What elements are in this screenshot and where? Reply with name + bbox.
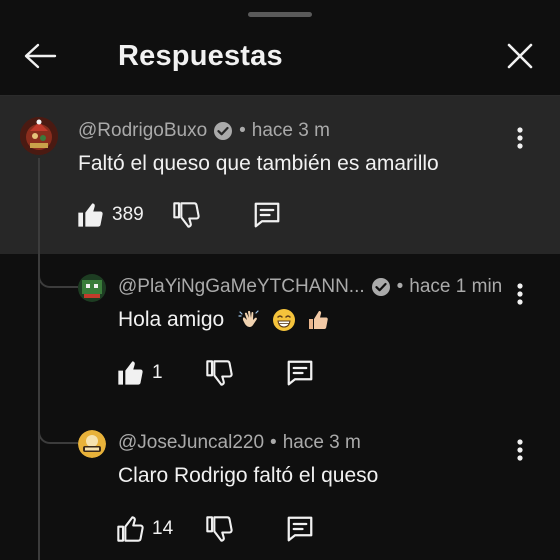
- like-button[interactable]: 14: [116, 515, 173, 543]
- close-icon: [507, 43, 533, 69]
- comment-icon: [254, 202, 280, 228]
- comment-actions: 389: [76, 200, 282, 230]
- avatar[interactable]: [78, 274, 106, 302]
- reply-button[interactable]: [285, 358, 315, 388]
- reply-button[interactable]: [285, 514, 315, 544]
- like-button[interactable]: 1: [116, 359, 163, 387]
- comment-actions: 1: [116, 358, 315, 388]
- reply-comment: @PlaYiNgGaMeYTCHANN... • hace 1 min Hola…: [0, 254, 560, 410]
- grinning-face-emoji-icon: [272, 308, 296, 332]
- comment-time: hace 1 min: [409, 276, 503, 297]
- header: Respuestas: [0, 18, 560, 96]
- author-name[interactable]: @JoseJuncal220: [118, 432, 264, 454]
- comment-text: Claro Rodrigo faltó el queso: [118, 464, 379, 487]
- thumbs-up-filled-icon: [118, 361, 143, 385]
- comment-meta: @JoseJuncal220 • hace 3 m: [118, 432, 361, 454]
- reply-comment: @JoseJuncal220 • hace 3 m Claro Rodrigo …: [0, 410, 560, 560]
- more-vert-icon: [517, 283, 523, 305]
- like-button[interactable]: 389: [76, 201, 144, 229]
- more-options-button[interactable]: [508, 120, 532, 156]
- verified-badge-icon: [371, 277, 391, 297]
- back-button[interactable]: [20, 36, 60, 76]
- comment-time: hace 3 m: [251, 120, 330, 141]
- thumbs-down-icon: [206, 516, 233, 542]
- reply-button[interactable]: [252, 200, 282, 230]
- more-options-button[interactable]: [508, 276, 532, 312]
- comment-text-content: Hola amigo: [118, 308, 225, 331]
- comment-meta: @RodrigoBuxo • hace 3 m: [78, 120, 330, 142]
- dislike-button[interactable]: [205, 515, 233, 543]
- avatar[interactable]: [20, 117, 58, 155]
- comment-icon: [287, 360, 312, 386]
- more-vert-icon: [517, 127, 523, 149]
- author-name[interactable]: @PlaYiNgGaMeYTCHANN...: [118, 276, 365, 298]
- separator-dot: •: [239, 120, 246, 141]
- thumbs-down-icon: [205, 360, 233, 386]
- page-title: Respuestas: [118, 40, 283, 72]
- arrow-left-icon: [24, 43, 57, 69]
- comment-actions: 14: [116, 514, 315, 544]
- like-count: 1: [152, 362, 163, 383]
- parent-comment: @RodrigoBuxo • hace 3 m Faltó el queso q…: [0, 96, 560, 254]
- dislike-button[interactable]: [205, 359, 233, 387]
- verified-badge-icon: [213, 121, 233, 141]
- like-count: 389: [112, 204, 144, 225]
- like-count: 14: [152, 518, 174, 539]
- close-button[interactable]: [500, 36, 540, 76]
- comment-time: hace 3 m: [282, 432, 361, 453]
- comment-text: Hola amigo: [118, 308, 330, 332]
- thumbs-up-filled-icon: [78, 203, 103, 227]
- thumbs-down-icon: [172, 202, 200, 228]
- more-vert-icon: [517, 439, 523, 461]
- drag-handle[interactable]: [248, 12, 312, 17]
- waving-hand-emoji-icon: [238, 308, 262, 332]
- thumbs-up-emoji-icon: [306, 308, 330, 332]
- comment-text: Faltó el queso que también es amarillo: [78, 152, 439, 175]
- more-options-button[interactable]: [508, 432, 532, 468]
- dislike-button[interactable]: [172, 201, 200, 229]
- comment-icon: [287, 516, 313, 542]
- separator-dot: •: [270, 432, 277, 453]
- avatar[interactable]: [78, 430, 106, 458]
- comment-meta: @PlaYiNgGaMeYTCHANN... • hace 1 min: [118, 276, 502, 298]
- author-name[interactable]: @RodrigoBuxo: [78, 120, 207, 142]
- thumbs-up-icon: [117, 516, 144, 542]
- separator-dot: •: [396, 276, 404, 297]
